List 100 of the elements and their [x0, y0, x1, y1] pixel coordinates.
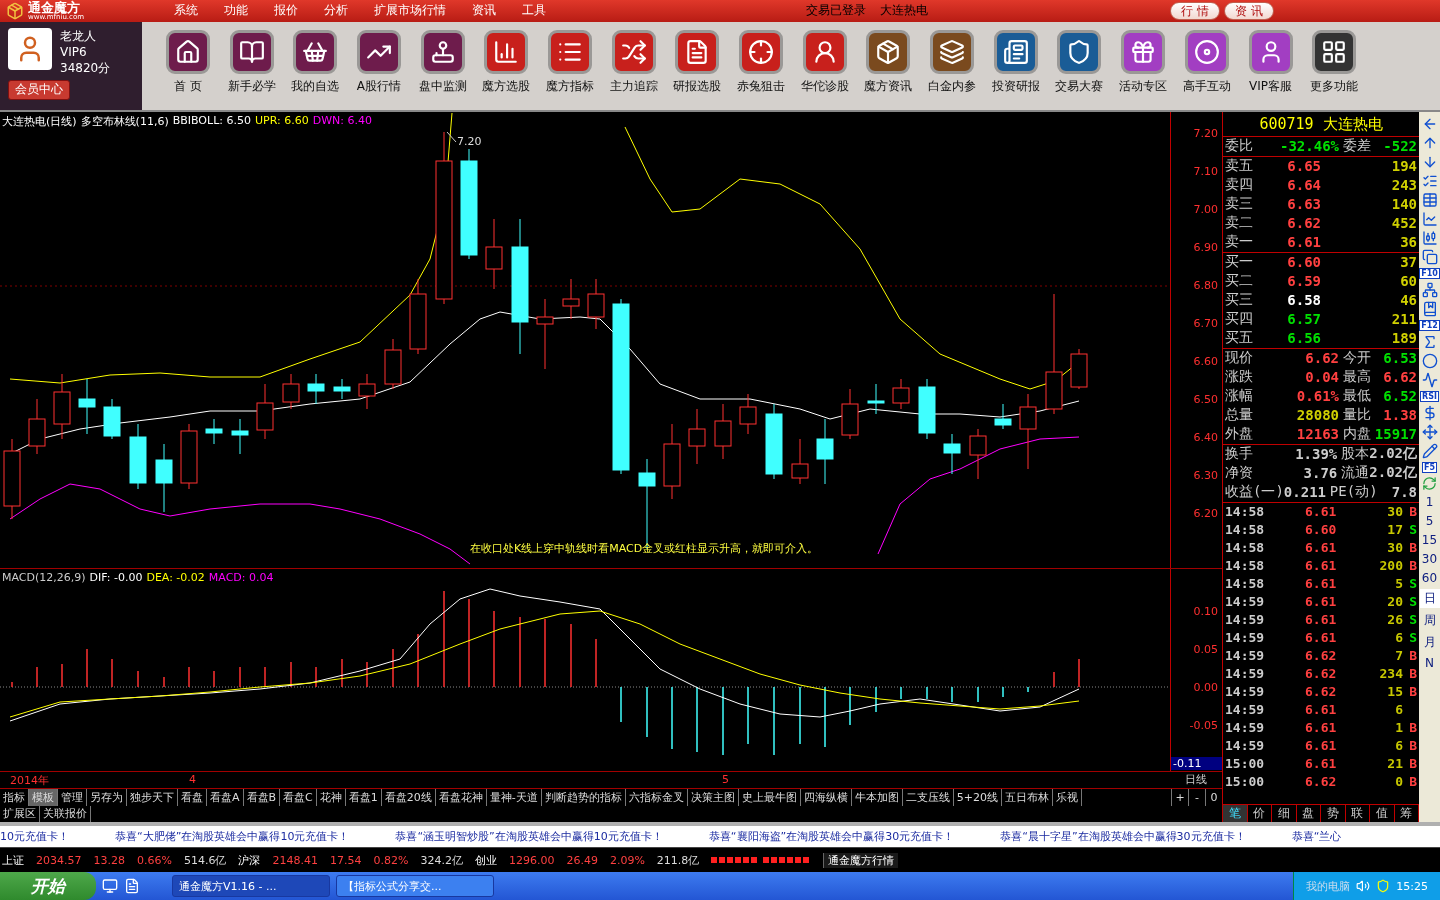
period-button[interactable]: 30: [1419, 550, 1440, 567]
table-icon[interactable]: [1421, 191, 1438, 208]
candlestick: [307, 373, 325, 405]
gift-icon: [1130, 38, 1157, 65]
period-button[interactable]: 5: [1419, 512, 1440, 529]
period-button[interactable]: N: [1419, 654, 1440, 671]
period-button[interactable]: 周: [1419, 610, 1440, 630]
toolbar-button[interactable]: 首 页: [156, 29, 220, 110]
menu-item[interactable]: 分析: [324, 2, 348, 20]
box-icon: [875, 38, 902, 65]
toolbar-button[interactable]: 更多功能: [1302, 29, 1367, 110]
quote-value: 6.62: [1383, 369, 1417, 386]
quote-value: -32.46%: [1279, 138, 1339, 155]
quote-value: 1.39%: [1294, 446, 1338, 463]
rsi-icon[interactable]: RSI: [1420, 390, 1439, 402]
f10-icon[interactable]: F10: [1419, 267, 1440, 279]
toolbar-button[interactable]: 投资研报: [983, 29, 1048, 110]
taskbar-window[interactable]: 【指标公式分享交...: [336, 875, 494, 897]
top-tab[interactable]: 资 讯: [1223, 1, 1274, 20]
shield-icon[interactable]: [1376, 879, 1391, 893]
candlestick: [587, 278, 605, 330]
move-icon[interactable]: [1421, 423, 1438, 440]
menu-item[interactable]: 系统: [174, 2, 198, 20]
windows-icon[interactable]: [1421, 248, 1438, 265]
toolbar-button[interactable]: 研报选股: [665, 29, 730, 110]
toolbar-button[interactable]: 新手必学: [219, 29, 284, 110]
quote-value: 2.02亿: [1369, 464, 1417, 483]
trade-volume: 234: [1379, 666, 1403, 682]
trade-time: 14:58: [1225, 558, 1266, 574]
book-icon[interactable]: [1421, 300, 1438, 317]
menu-item[interactable]: 功能: [224, 2, 248, 20]
price-axis-label: 6.30: [1193, 468, 1219, 482]
toolbar-button[interactable]: 交易大赛: [1047, 29, 1112, 110]
trade-side: B: [1409, 666, 1417, 682]
toolbar-button[interactable]: 我的自选: [283, 29, 348, 110]
toolbar-button[interactable]: 活动专区: [1111, 29, 1175, 110]
trade-volume: 6: [1395, 738, 1403, 754]
toolbar-button[interactable]: VIP客服: [1238, 29, 1303, 110]
candlestick: [78, 378, 96, 435]
quote-label: 股本: [1341, 445, 1370, 464]
tree-icon[interactable]: [1421, 281, 1438, 298]
menu-item[interactable]: 资讯: [472, 2, 496, 20]
user-level: VIP6: [60, 43, 88, 60]
candlestick-icon[interactable]: [1421, 229, 1438, 246]
quote-value: 7.8: [1391, 484, 1417, 501]
trade-price: 6.62: [1305, 648, 1338, 664]
top-tab[interactable]: 行 情: [1170, 1, 1220, 20]
toolbar-button[interactable]: 高手互动: [1175, 29, 1239, 110]
quote-label: 量比: [1343, 406, 1371, 425]
toolbar-button[interactable]: A股行情: [347, 29, 411, 110]
start-button[interactable]: 开始: [0, 872, 96, 900]
pencil-icon[interactable]: [1421, 442, 1438, 459]
f5-icon[interactable]: F5: [1422, 461, 1437, 473]
circle-icon[interactable]: [1421, 352, 1438, 369]
toolbar-button[interactable]: 主力追踪: [601, 29, 666, 110]
quote-value: 15917: [1374, 426, 1417, 443]
candlestick: [867, 383, 885, 415]
taskbar-window[interactable]: 通金魔方V1.16 - ...: [172, 875, 330, 897]
candlestick: [562, 278, 580, 320]
f12-icon[interactable]: F12: [1419, 319, 1440, 331]
member-center-button[interactable]: 会员中心: [8, 79, 70, 100]
period-button[interactable]: 60: [1419, 569, 1440, 586]
trade-price: 6.61: [1305, 702, 1338, 718]
order-level: 卖二: [1225, 214, 1254, 233]
toolbar-button[interactable]: 魔方指标: [538, 29, 602, 110]
leader-line: [446, 131, 457, 143]
trade-price: 6.61: [1305, 756, 1338, 772]
toolbar-button[interactable]: 魔方选股: [474, 29, 539, 110]
menu-item[interactable]: 工具: [522, 2, 546, 20]
period-button[interactable]: 15: [1419, 531, 1440, 548]
ticker-message: 恭喜“大肥佬”在淘股英雄会中赢得10元充值卡！: [115, 829, 350, 845]
document-icon[interactable]: [124, 878, 140, 894]
period-button[interactable]: 1: [1419, 493, 1440, 510]
desktop-icon[interactable]: [102, 878, 118, 894]
line-chart-icon[interactable]: [1421, 210, 1438, 227]
toolbar-button[interactable]: 华佗诊股: [792, 29, 857, 110]
order-price: 6.59: [1286, 273, 1321, 290]
period-button[interactable]: 月: [1419, 632, 1440, 652]
quote-label: 涨跌: [1225, 368, 1254, 387]
trade-price: 6.60: [1305, 522, 1338, 538]
candlestick: [103, 398, 121, 440]
detail-tab[interactable]: 笔: [1223, 804, 1248, 822]
menu-item[interactable]: 扩展市场行情: [374, 2, 446, 20]
toolbar-button[interactable]: 魔方资讯: [856, 29, 921, 110]
trade-side: B: [1409, 756, 1417, 772]
refresh-icon[interactable]: [1422, 475, 1437, 491]
trade-time: 14:59: [1225, 684, 1266, 700]
quote-value: 1.38: [1383, 407, 1417, 424]
toolbar-button[interactable]: 白金内参: [920, 29, 984, 110]
toolbar-button[interactable]: 盘中监测: [410, 29, 475, 110]
wave-chart-icon[interactable]: [1421, 371, 1438, 388]
trade-price: 6.61: [1305, 594, 1338, 610]
volume-icon[interactable]: [1356, 879, 1371, 893]
toolbar-button[interactable]: 赤兔狙击: [729, 29, 793, 110]
quote-value: 28080: [1295, 407, 1339, 424]
menu-item[interactable]: 报价: [274, 2, 298, 20]
trade-side: B: [1409, 558, 1417, 574]
trade-volume: 200: [1379, 558, 1403, 574]
indicator-name: 多空布林线(11,6): [80, 113, 169, 129]
period-button[interactable]: 日: [1419, 588, 1440, 608]
